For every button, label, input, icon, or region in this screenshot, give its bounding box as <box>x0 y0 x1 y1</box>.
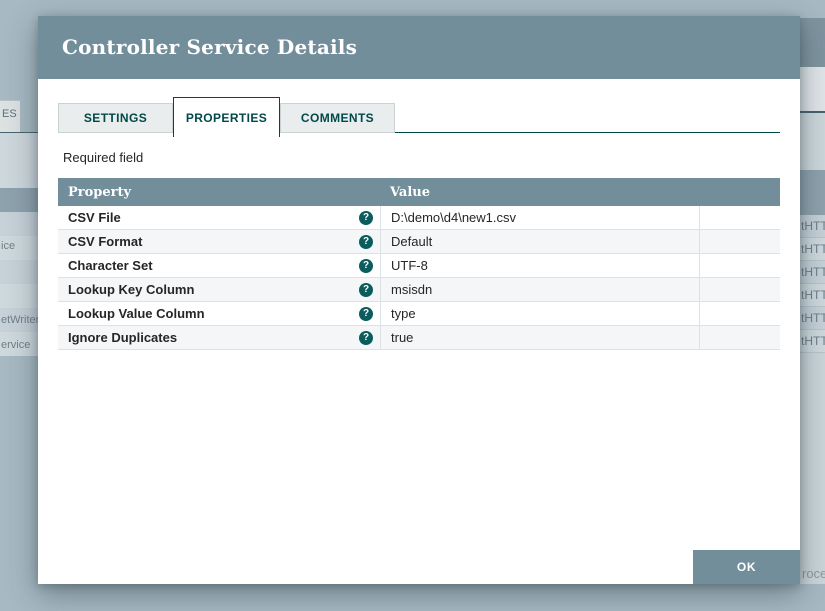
property-name: CSV File <box>68 210 121 225</box>
background-row-fragment: tHTT <box>800 307 825 330</box>
background-row-fragment: tHTT <box>800 238 825 261</box>
help-icon[interactable]: ? <box>359 306 373 321</box>
background-row-fragment: tHTT <box>800 330 825 353</box>
table-row: Ignore Duplicates ? true <box>58 326 780 350</box>
extra-cell <box>699 206 780 229</box>
property-cell: Lookup Value Column ? <box>58 302 380 325</box>
background-text-fragment: roce <box>802 566 825 581</box>
property-name: Character Set <box>68 258 153 273</box>
property-name: Ignore Duplicates <box>68 330 178 345</box>
background-row-fragment: ervice <box>1 339 31 351</box>
background-row-fragment: tHTT <box>800 261 825 284</box>
tab-bar: SETTINGS PROPERTIES COMMENTS <box>58 97 780 137</box>
value-cell: msisdn <box>380 278 699 301</box>
properties-table: Property Value CSV File ? D:\demo\d4\new… <box>58 178 780 350</box>
tab-settings[interactable]: SETTINGS <box>58 103 173 133</box>
property-cell: CSV File ? <box>58 206 380 229</box>
background-tab-fragment: ES <box>0 100 20 132</box>
background-row-fragment: etWriter <box>1 314 40 326</box>
table-row: Character Set ? UTF-8 <box>58 254 780 278</box>
value-cell: UTF-8 <box>380 254 699 277</box>
table-header-row: Property Value <box>58 178 780 206</box>
help-icon[interactable]: ? <box>359 258 373 273</box>
extra-cell <box>699 278 780 301</box>
dialog-header: Controller Service Details <box>38 16 800 79</box>
property-column-header: Property <box>68 184 132 200</box>
help-icon[interactable]: ? <box>359 210 373 225</box>
background-page-right: tHTT tHTT tHTT tHTT tHTT tHTT roce <box>800 0 825 611</box>
property-value: true <box>391 330 414 345</box>
property-value: UTF-8 <box>391 258 428 273</box>
property-cell: Character Set ? <box>58 254 380 277</box>
help-icon[interactable]: ? <box>359 330 373 345</box>
background-band <box>0 133 38 188</box>
property-cell: Ignore Duplicates ? <box>58 326 380 349</box>
background-row-fragment: tHTT <box>800 284 825 307</box>
help-icon[interactable]: ? <box>359 282 373 297</box>
value-cell: D:\demo\d4\new1.csv <box>380 206 699 229</box>
background-table-rows: tHTT tHTT tHTT tHTT tHTT tHTT <box>800 215 825 353</box>
tab-properties[interactable]: PROPERTIES <box>173 97 280 137</box>
modal-overlay: ES ice etWriter ervice tHTT tHTT tHTT tH… <box>0 0 825 611</box>
value-cell: true <box>380 326 699 349</box>
extra-cell <box>699 230 780 253</box>
table-row: CSV Format ? Default <box>58 230 780 254</box>
property-value: Default <box>391 234 433 249</box>
table-row: Lookup Key Column ? msisdn <box>58 278 780 302</box>
property-cell: CSV Format ? <box>58 230 380 253</box>
extra-cell <box>699 326 780 349</box>
background-row-fragment: tHTT <box>800 215 825 238</box>
background-page-left: ES ice etWriter ervice <box>0 0 40 611</box>
table-row: Lookup Value Column ? type <box>58 302 780 326</box>
background-tab-underline <box>0 132 38 133</box>
tab-comments[interactable]: COMMENTS <box>280 103 395 133</box>
property-value: type <box>391 306 416 321</box>
extra-cell <box>699 302 780 325</box>
property-name: Lookup Key Column <box>68 282 195 297</box>
controller-service-details-dialog: Controller Service Details SETTINGS PROP… <box>38 16 800 584</box>
property-value: msisdn <box>391 282 433 297</box>
property-name: CSV Format <box>68 234 143 249</box>
property-name: Lookup Value Column <box>68 306 205 321</box>
background-table-header <box>0 188 38 212</box>
extra-cell <box>699 254 780 277</box>
background-band <box>800 113 825 170</box>
value-cell: type <box>380 302 699 325</box>
value-cell: Default <box>380 230 699 253</box>
table-row: CSV File ? D:\demo\d4\new1.csv <box>58 206 780 230</box>
help-icon[interactable]: ? <box>359 234 373 249</box>
required-field-label: Required field <box>63 150 144 165</box>
property-value: D:\demo\d4\new1.csv <box>391 210 517 225</box>
property-cell: Lookup Key Column ? <box>58 278 380 301</box>
value-column-header: Value <box>390 184 430 200</box>
background-table-header <box>800 170 825 215</box>
dialog-title: Controller Service Details <box>62 35 358 59</box>
ok-button[interactable]: OK <box>693 550 800 584</box>
background-row-fragment: ice <box>1 240 16 252</box>
background-header-band <box>800 18 825 67</box>
background-band <box>800 67 825 111</box>
background-table-rows <box>0 212 38 356</box>
background-band <box>800 353 825 584</box>
